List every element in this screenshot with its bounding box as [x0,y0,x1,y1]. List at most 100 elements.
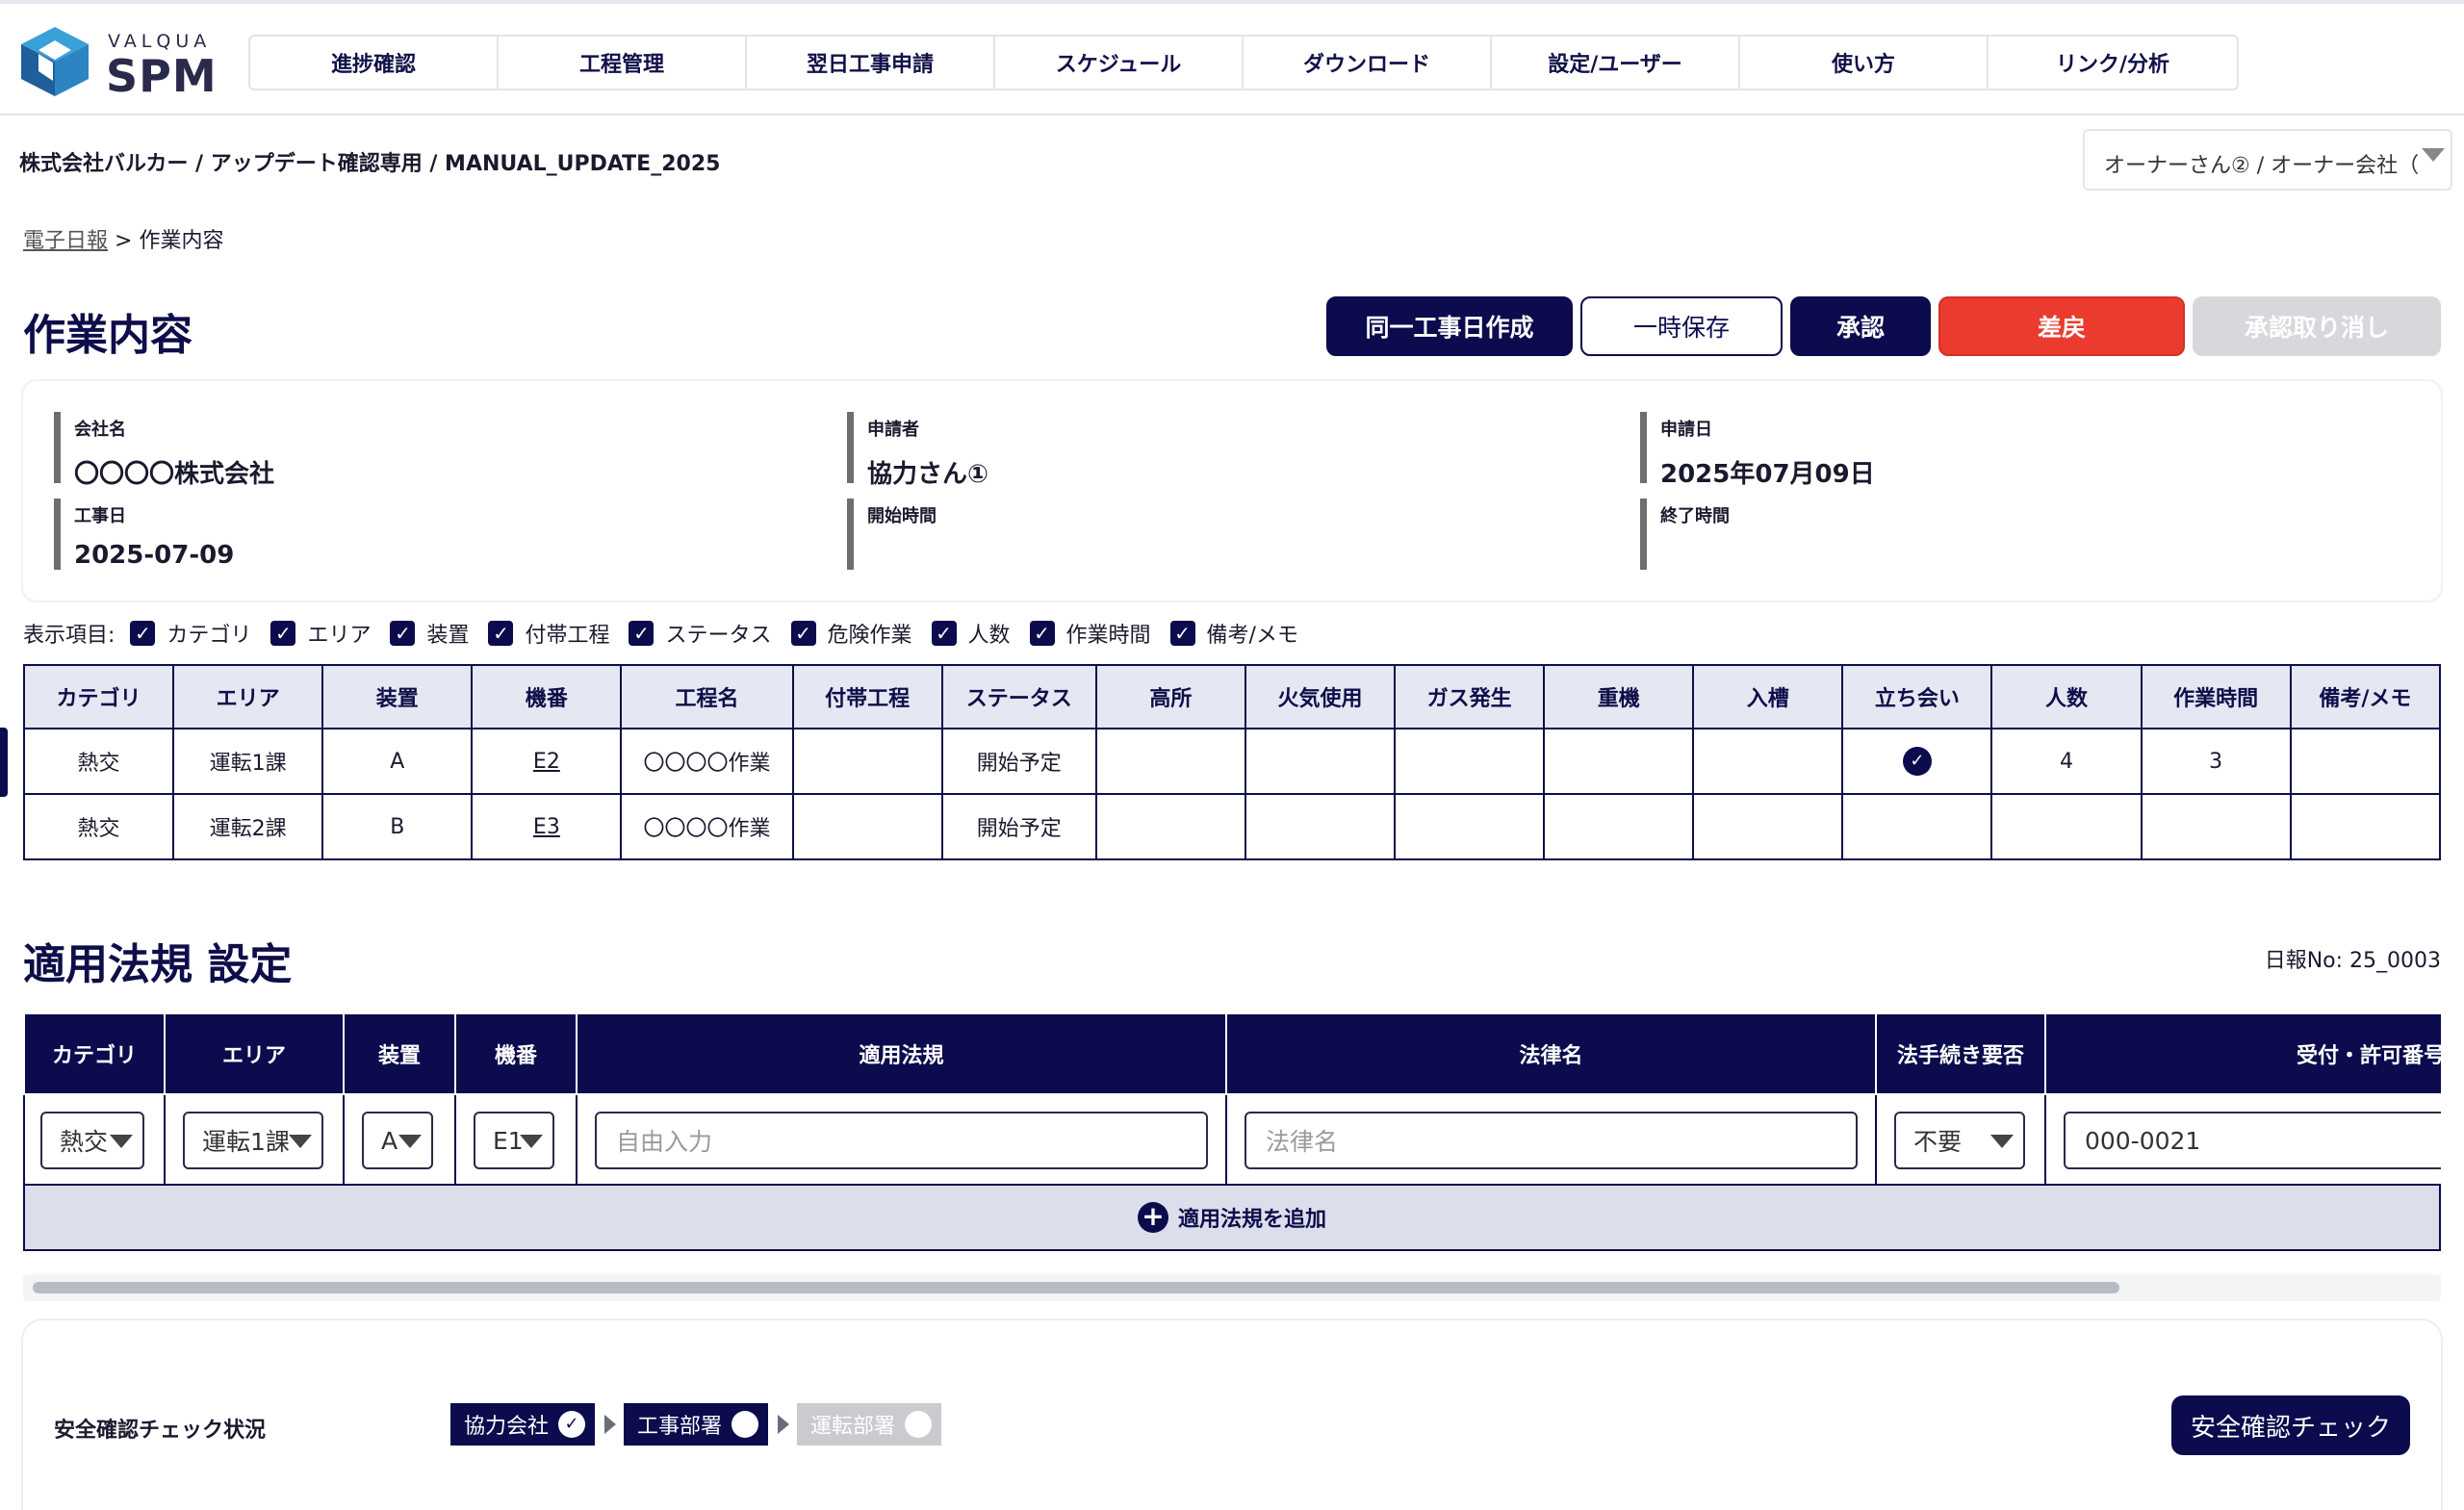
category-select[interactable]: 熱交 [40,1112,144,1169]
procedure-select-value: 不要 [1912,1128,1962,1156]
approve-button[interactable]: 承認 [1790,296,1931,356]
checkbox-checked-icon[interactable]: ✓ [629,621,654,646]
law-name-input[interactable]: 法律名 [1244,1112,1858,1169]
law-table: カテゴリ エリア 装置 機番 適用法規 法律名 法手続き要否 受付・許可番号 熱… [23,1012,2441,1188]
logo-small-text: VALQUA [108,31,212,52]
display-item-dangerous-work[interactable]: ✓ 危険作業 [790,618,912,649]
nav-progress[interactable]: 進捗確認 [250,37,499,89]
checkbox-checked-icon[interactable]: ✓ [1169,621,1195,646]
check-circle-icon: ✓ [1902,747,1932,776]
display-item-notes[interactable]: ✓ 備考/メモ [1169,618,1298,649]
checkbox-checked-icon[interactable]: ✓ [931,621,957,646]
display-item-work-hours[interactable]: ✓ 作業時間 [1029,618,1151,649]
cell-fire-use [1244,793,1397,860]
table-row[interactable]: 熱交 運転1課 A E2 〇〇〇〇作業 開始予定 ✓ 4 3 [22,728,2442,795]
chevron-down-icon [2422,148,2445,162]
area-select[interactable]: 運転1課 [182,1112,323,1169]
display-item-label: エリア [307,624,372,648]
display-item-label: カテゴリ [167,624,252,648]
nav-schedule[interactable]: スケジュール [995,37,1244,89]
display-item-sub-process[interactable]: ✓ 付帯工程 [488,618,609,649]
col-header: 法手続き要否 [1874,1012,2046,1095]
col-header: ステータス [940,664,1097,729]
top-header: VALQUA SPM 進捗確認 工程管理 翌日工事申請 スケジュール ダウンロー… [0,0,2464,115]
law-table-header: カテゴリ エリア 装置 機番 適用法規 法律名 法手続き要否 受付・許可番号 [23,1012,2441,1095]
law-input[interactable]: 自由入力 [594,1112,1208,1169]
law-cell-permit: 000-0021 [2043,1093,2441,1188]
breadcrumb: 電子日報 > 作業内容 [23,223,223,254]
machine-select[interactable]: E1 [473,1112,554,1169]
cell-category: 熱交 [22,793,175,860]
cancel-approve-button[interactable]: 承認取り消し [2193,296,2441,356]
return-button[interactable]: 差戻 [1938,296,2185,356]
display-item-device[interactable]: ✓ 装置 [390,618,469,649]
col-header: 火気使用 [1244,664,1397,729]
apply-date-field: 申請日 2025年07月09日 [1640,412,1875,489]
col-header: 法律名 [1224,1012,1877,1095]
nav-howto[interactable]: 使い方 [1740,37,1989,89]
start-time-label: 開始時間 [867,506,937,526]
owner-select[interactable]: オーナーさん② / オーナー会社（ [2083,129,2452,191]
display-item-category[interactable]: ✓ カテゴリ [130,618,251,649]
scrollbar-thumb[interactable] [33,1282,2119,1293]
law-cell-area: 運転1課 [163,1093,345,1188]
table-row[interactable]: 熱交 運転2課 B E3 〇〇〇〇作業 開始予定 [22,793,2442,860]
col-header: エリア [172,664,324,729]
category-select-value: 熱交 [60,1128,109,1156]
device-select[interactable]: A [361,1112,433,1169]
display-item-label: 装置 [426,624,470,648]
col-header: 適用法規 [575,1012,1227,1095]
cell-status: 開始予定 [940,728,1097,795]
nav-process[interactable]: 工程管理 [499,37,747,89]
logo-big-text: SPM [106,50,218,102]
apply-date-label: 申請日 [1660,420,1712,440]
end-time-field: 終了時間 [1640,499,1730,570]
add-law-button[interactable]: + 適用法規を追加 [23,1184,2441,1251]
checkbox-checked-icon[interactable]: ✓ [790,621,816,646]
cell-witness [1841,793,1993,860]
report-info-card: 会社名 〇〇〇〇株式会社 申請者 協力さん① 申請日 2025年07月09日 工… [23,381,2441,601]
procedure-select[interactable]: 不要 [1893,1112,2025,1169]
display-item-label: 危険作業 [827,624,912,648]
same-day-create-button[interactable]: 同一工事日作成 [1326,296,1573,356]
nav-download[interactable]: ダウンロード [1244,37,1492,89]
chevron-down-icon [288,1135,312,1148]
cell-gas [1394,728,1546,795]
nav-settings-users[interactable]: 設定/ユーザー [1492,37,1740,89]
checkbox-checked-icon[interactable]: ✓ [270,621,296,646]
display-item-area[interactable]: ✓ エリア [270,618,371,649]
checkbox-checked-icon[interactable]: ✓ [488,621,514,646]
machine-link[interactable]: E3 [533,815,560,839]
chevron-down-icon [1989,1135,2014,1148]
cell-sub-process [791,793,943,860]
cell-area: 運転1課 [172,728,324,795]
device-select-value: A [380,1126,398,1155]
display-item-status[interactable]: ✓ ステータス [629,618,772,649]
cell-sub-process [791,728,943,795]
cell-status: 開始予定 [940,793,1097,860]
work-table: カテゴリ エリア 装置 機番 工程名 付帯工程 ステータス 高所 火気使用 ガス… [22,664,2442,860]
nav-next-day-request[interactable]: 翌日工事申請 [747,37,995,89]
law-section-title: 適用法規 設定 [23,940,293,989]
horizontal-scrollbar[interactable] [23,1274,2441,1301]
display-item-label: 人数 [967,624,1011,648]
checkbox-checked-icon[interactable]: ✓ [130,621,156,646]
breadcrumb-link-nippo[interactable]: 電子日報 [23,229,108,253]
checkbox-checked-icon[interactable]: ✓ [390,621,416,646]
valqua-spm-logo[interactable]: VALQUA SPM [21,25,223,102]
machine-select-value: E1 [492,1126,524,1155]
col-header: カテゴリ [22,664,175,729]
display-item-people[interactable]: ✓ 人数 [931,618,1011,649]
machine-link[interactable]: E2 [533,750,560,774]
law-cell-device: A [342,1093,456,1188]
cell-tank-entry [1692,793,1844,860]
safety-check-button[interactable]: 安全確認チェック [2171,1395,2410,1455]
nav-links-analysis[interactable]: リンク/分析 [1989,37,2237,89]
work-table-header: カテゴリ エリア 装置 機番 工程名 付帯工程 ステータス 高所 火気使用 ガス… [22,664,2442,729]
permit-number-input[interactable]: 000-0021 [2063,1112,2441,1169]
checkbox-checked-icon[interactable]: ✓ [1029,621,1055,646]
law-row: 熱交 運転1課 A E1 自由入力 法律名 不要 000-0021 [23,1093,2441,1188]
temp-save-button[interactable]: 一時保存 [1580,296,1783,356]
cell-people: 4 [1990,728,2143,795]
col-header: 備考/メモ [2289,664,2442,729]
